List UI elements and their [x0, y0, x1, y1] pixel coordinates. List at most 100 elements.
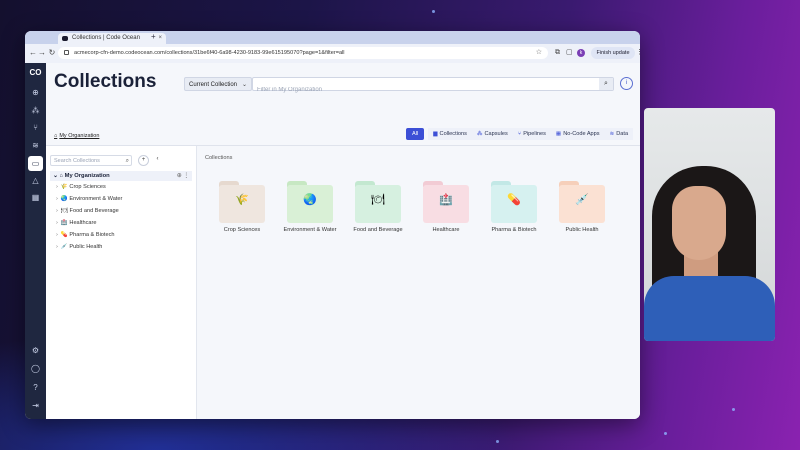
home-icon: ⌂	[59, 173, 63, 179]
tree-root-my-organization[interactable]: ⌄ ⌂ My Organization ⊕ ⋮	[50, 171, 192, 181]
collection-emoji-icon: 💊	[507, 194, 521, 206]
forward-icon[interactable]: →	[37, 48, 47, 58]
browser-toolbar: ← → ↻ acmecorp-cfn-demo.codeocean.com/co…	[25, 44, 640, 64]
filter-label: No-Code Apps	[563, 131, 600, 137]
tree-item-public-health[interactable]: › 💉 Public Health	[56, 242, 102, 252]
tree-item-healthcare[interactable]: › 🏥 Healthcare	[56, 218, 96, 228]
tree-item-food-beverage[interactable]: › 🍽 Food and Beverage	[56, 206, 119, 216]
tab-groups-icon[interactable]: ▢	[566, 48, 573, 58]
collection-card-label: Healthcare	[432, 227, 460, 233]
filter-capsules[interactable]: ⁂ Capsules	[471, 128, 513, 140]
filter-all[interactable]: All	[406, 128, 425, 140]
user-account-icon[interactable]: ◯	[28, 361, 43, 376]
collection-card-label: Crop Sciences	[223, 227, 261, 233]
chevron-right-icon[interactable]: ›	[56, 220, 58, 226]
tab-close-icon[interactable]: ×	[158, 33, 162, 44]
breadcrumb[interactable]: ⌂ My Organization	[54, 133, 99, 139]
help-icon[interactable]: ?	[28, 380, 43, 395]
tree-item-label: Pharma & Biotech	[69, 232, 115, 238]
tree-item-icon: 💉	[60, 244, 68, 250]
search-collections-field[interactable]: Search Collections ⌕	[50, 155, 132, 166]
settings-gear-icon[interactable]: ⚙	[28, 343, 43, 358]
tree-root-label: My Organization	[64, 173, 110, 179]
collapse-panel-icon[interactable]: ‹	[152, 155, 163, 166]
filter-label: Data	[616, 131, 629, 137]
url-text: acmecorp-cfn-demo.codeocean.com/collecti…	[74, 50, 345, 56]
tree-item-icon: 🏥	[60, 220, 68, 226]
app-nav-rail: CO ⊕ ⁂ ⑂ ≋ ▭ △ ▦ ⚙ ◯ ? ⇥	[25, 63, 46, 419]
filter-search-input[interactable]	[253, 83, 589, 97]
chevron-right-icon[interactable]: ›	[56, 196, 58, 202]
collection-card-label: Public Health	[565, 227, 599, 233]
extensions-icon[interactable]: ⧉	[555, 48, 560, 58]
create-icon[interactable]: ⊕	[28, 85, 43, 100]
collection-emoji-icon: 💉	[575, 194, 589, 206]
filter-label: Collections	[439, 131, 467, 137]
tree-item-label: Healthcare	[69, 220, 97, 226]
tab-strip: Collections | Code Ocean × +	[25, 31, 640, 44]
filter-no-code-apps[interactable]: ▦ No-Code Apps	[550, 128, 605, 140]
presenter-shirt	[644, 276, 775, 341]
tree-item-crop-sciences[interactable]: › 🌾 Crop Sciences	[56, 182, 106, 192]
filter-pipelines[interactable]: ⑂ Pipelines	[512, 128, 551, 140]
address-bar[interactable]: acmecorp-cfn-demo.codeocean.com/collecti…	[58, 47, 548, 59]
collection-card[interactable]: 🏥 Healthcare	[417, 181, 475, 234]
collection-scope-value: Current Collection	[189, 82, 238, 88]
codeocean-favicon-icon	[62, 36, 68, 41]
collections-grid: Collections 🌾 Crop Sciences 🌏 Environment &…	[197, 146, 640, 419]
site-info-icon[interactable]	[64, 50, 69, 55]
section-label: Collections	[205, 155, 233, 161]
info-icon[interactable]: i	[620, 77, 633, 90]
browser-tab[interactable]: Collections | Code Ocean ×	[58, 33, 166, 44]
collections-filter-icon: ▆	[433, 131, 438, 137]
browser-menu-icon[interactable]: ⋮	[636, 48, 640, 58]
bookmark-star-icon[interactable]: ☆	[536, 47, 542, 59]
tree-item-environment-water[interactable]: › 🌏 Environment & Water	[56, 194, 122, 204]
breadcrumb-label: My Organization	[59, 133, 100, 139]
collection-card-label: Pharma & Biotech	[491, 227, 537, 233]
new-tab-button[interactable]: +	[151, 32, 156, 41]
collection-card-label: Environment & Water	[283, 227, 337, 233]
tree-item-pharma-biotech[interactable]: › 💊 Pharma & Biotech	[56, 230, 115, 240]
tree-item-icon: 🌏	[60, 196, 68, 202]
filter-search-field[interactable]: ⌕	[252, 77, 614, 97]
data-filter-icon: ≋	[609, 131, 615, 137]
search-icon[interactable]: ⌕	[599, 78, 613, 90]
filter-collections[interactable]: ▆ Collections	[428, 128, 472, 140]
chevron-right-icon[interactable]: ›	[56, 184, 58, 190]
data-assets-icon[interactable]: ≋	[28, 138, 43, 153]
tab-title: Collections | Code Ocean	[72, 35, 140, 41]
chevron-right-icon[interactable]: ›	[56, 208, 58, 214]
logout-icon[interactable]: ⇥	[28, 398, 43, 413]
profile-avatar[interactable]: k	[577, 49, 585, 57]
collection-scope-dropdown[interactable]: Current Collection ⌄	[184, 77, 252, 91]
capsules-icon[interactable]: ⁂	[28, 103, 43, 118]
collection-card[interactable]: 💊 Pharma & Biotech	[485, 181, 543, 234]
collection-card[interactable]: 🍽 Food and Beverage	[349, 181, 407, 234]
collection-card[interactable]: 🌾 Crop Sciences	[213, 181, 271, 234]
models-icon[interactable]: △	[28, 173, 43, 188]
pipelines-icon[interactable]: ⑂	[28, 120, 43, 135]
tree-item-label: Environment & Water	[69, 196, 123, 202]
chevron-right-icon[interactable]: ›	[56, 232, 58, 238]
finish-update-button[interactable]: Finish update	[591, 47, 635, 59]
collection-card[interactable]: 🌏 Environment & Water	[281, 181, 339, 234]
tree-item-label: Crop Sciences	[69, 184, 106, 190]
app-content: Collections Current Collection ⌄ ⌕ i ⌂My…	[46, 63, 640, 419]
chevron-right-icon[interactable]: ›	[56, 244, 58, 250]
tree-expand-icon[interactable]: ⌄	[53, 173, 58, 179]
background-star	[496, 440, 499, 443]
reload-icon[interactable]: ↻	[47, 48, 57, 58]
filter-data[interactable]: ≋ Data	[604, 128, 634, 140]
filter-label: Pipelines	[523, 131, 546, 137]
collections-icon[interactable]: ▭	[28, 156, 43, 171]
add-collection-button[interactable]: +	[138, 155, 149, 166]
background-star	[732, 408, 735, 411]
collection-card[interactable]: 💉 Public Health	[553, 181, 611, 234]
codeocean-logo[interactable]: CO	[28, 67, 43, 79]
apps-icon[interactable]: ▦	[28, 190, 43, 205]
tree-root-actions-icon[interactable]: ⊕ ⋮	[177, 171, 189, 181]
folder-icon: 🌾	[219, 181, 265, 223]
tree-item-label: Food and Beverage	[69, 208, 119, 214]
capsules-filter-icon: ⁂	[476, 131, 483, 137]
